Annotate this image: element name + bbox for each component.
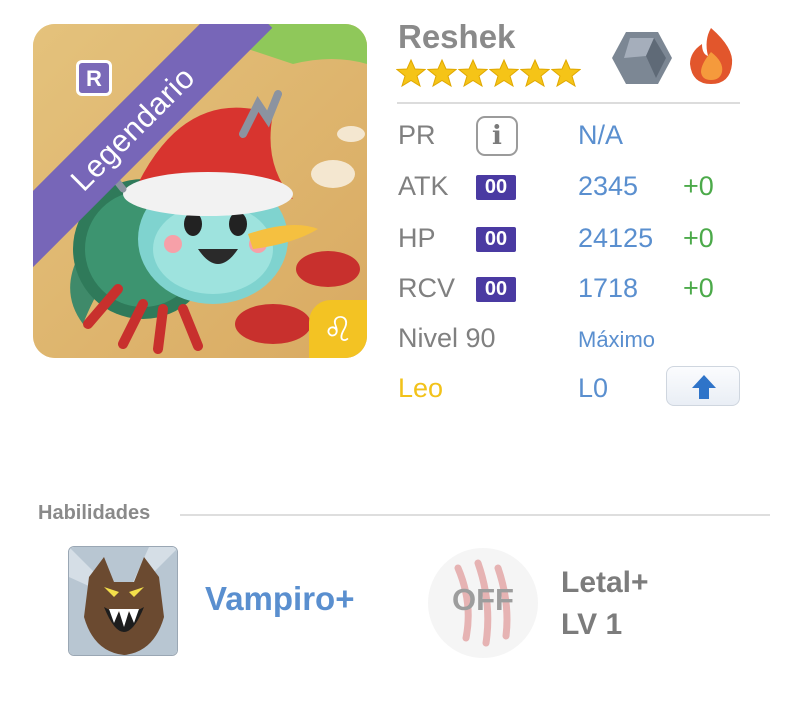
header-divider — [397, 102, 740, 104]
hp-label: HP — [398, 223, 436, 253]
zodiac-badge-icon: ♌ — [309, 300, 367, 358]
skill-off-label: OFF — [452, 582, 514, 617]
atk-value: 2345 — [578, 171, 639, 201]
level-label: Nivel 90 — [398, 323, 496, 353]
rcv-value: 1718 — [578, 273, 639, 303]
section-title: Habilidades — [38, 502, 151, 524]
zodiac-level-code: L0 — [578, 373, 609, 403]
zodiac-label: Leo — [398, 373, 444, 403]
section-divider — [180, 514, 770, 516]
star-rating — [396, 58, 581, 88]
star-icon — [396, 58, 426, 88]
star-icon — [551, 58, 581, 88]
hp-plus-badge: 00 — [476, 227, 516, 252]
monster-name: Reshek — [398, 18, 516, 55]
rcv-plus-badge: 00 — [476, 277, 516, 302]
star-icon — [458, 58, 488, 88]
star-icon — [489, 58, 519, 88]
skill-name-vampiro[interactable]: Vampiro+ — [205, 580, 354, 618]
skill-name-letal[interactable]: Letal+ — [561, 566, 649, 600]
fire-element-icon — [690, 28, 733, 84]
hp-value: 24125 — [578, 223, 654, 253]
hp-bonus: +0 — [683, 223, 714, 253]
level-status: Máximo — [578, 327, 656, 352]
rarity-letter-icon: R — [76, 60, 112, 96]
upgrade-button[interactable] — [666, 366, 740, 406]
skill-level: LV 1 — [561, 608, 623, 641]
atk-plus-badge: 00 — [476, 175, 516, 200]
pr-value: N/A — [578, 120, 624, 150]
rcv-label: RCV — [398, 273, 456, 303]
pr-label: PR — [398, 120, 436, 150]
werewolf-icon[interactable] — [68, 546, 178, 656]
atk-label: ATK — [398, 171, 449, 201]
atk-bonus: +0 — [683, 171, 714, 201]
star-icon — [427, 58, 457, 88]
monster-portrait[interactable]: Legendario R ♌ — [33, 24, 367, 358]
star-icon — [520, 58, 550, 88]
arrow-up-icon — [692, 375, 716, 399]
rcv-bonus: +0 — [683, 273, 714, 303]
earth-element-icon — [612, 32, 672, 84]
info-icon[interactable]: i — [476, 116, 518, 156]
